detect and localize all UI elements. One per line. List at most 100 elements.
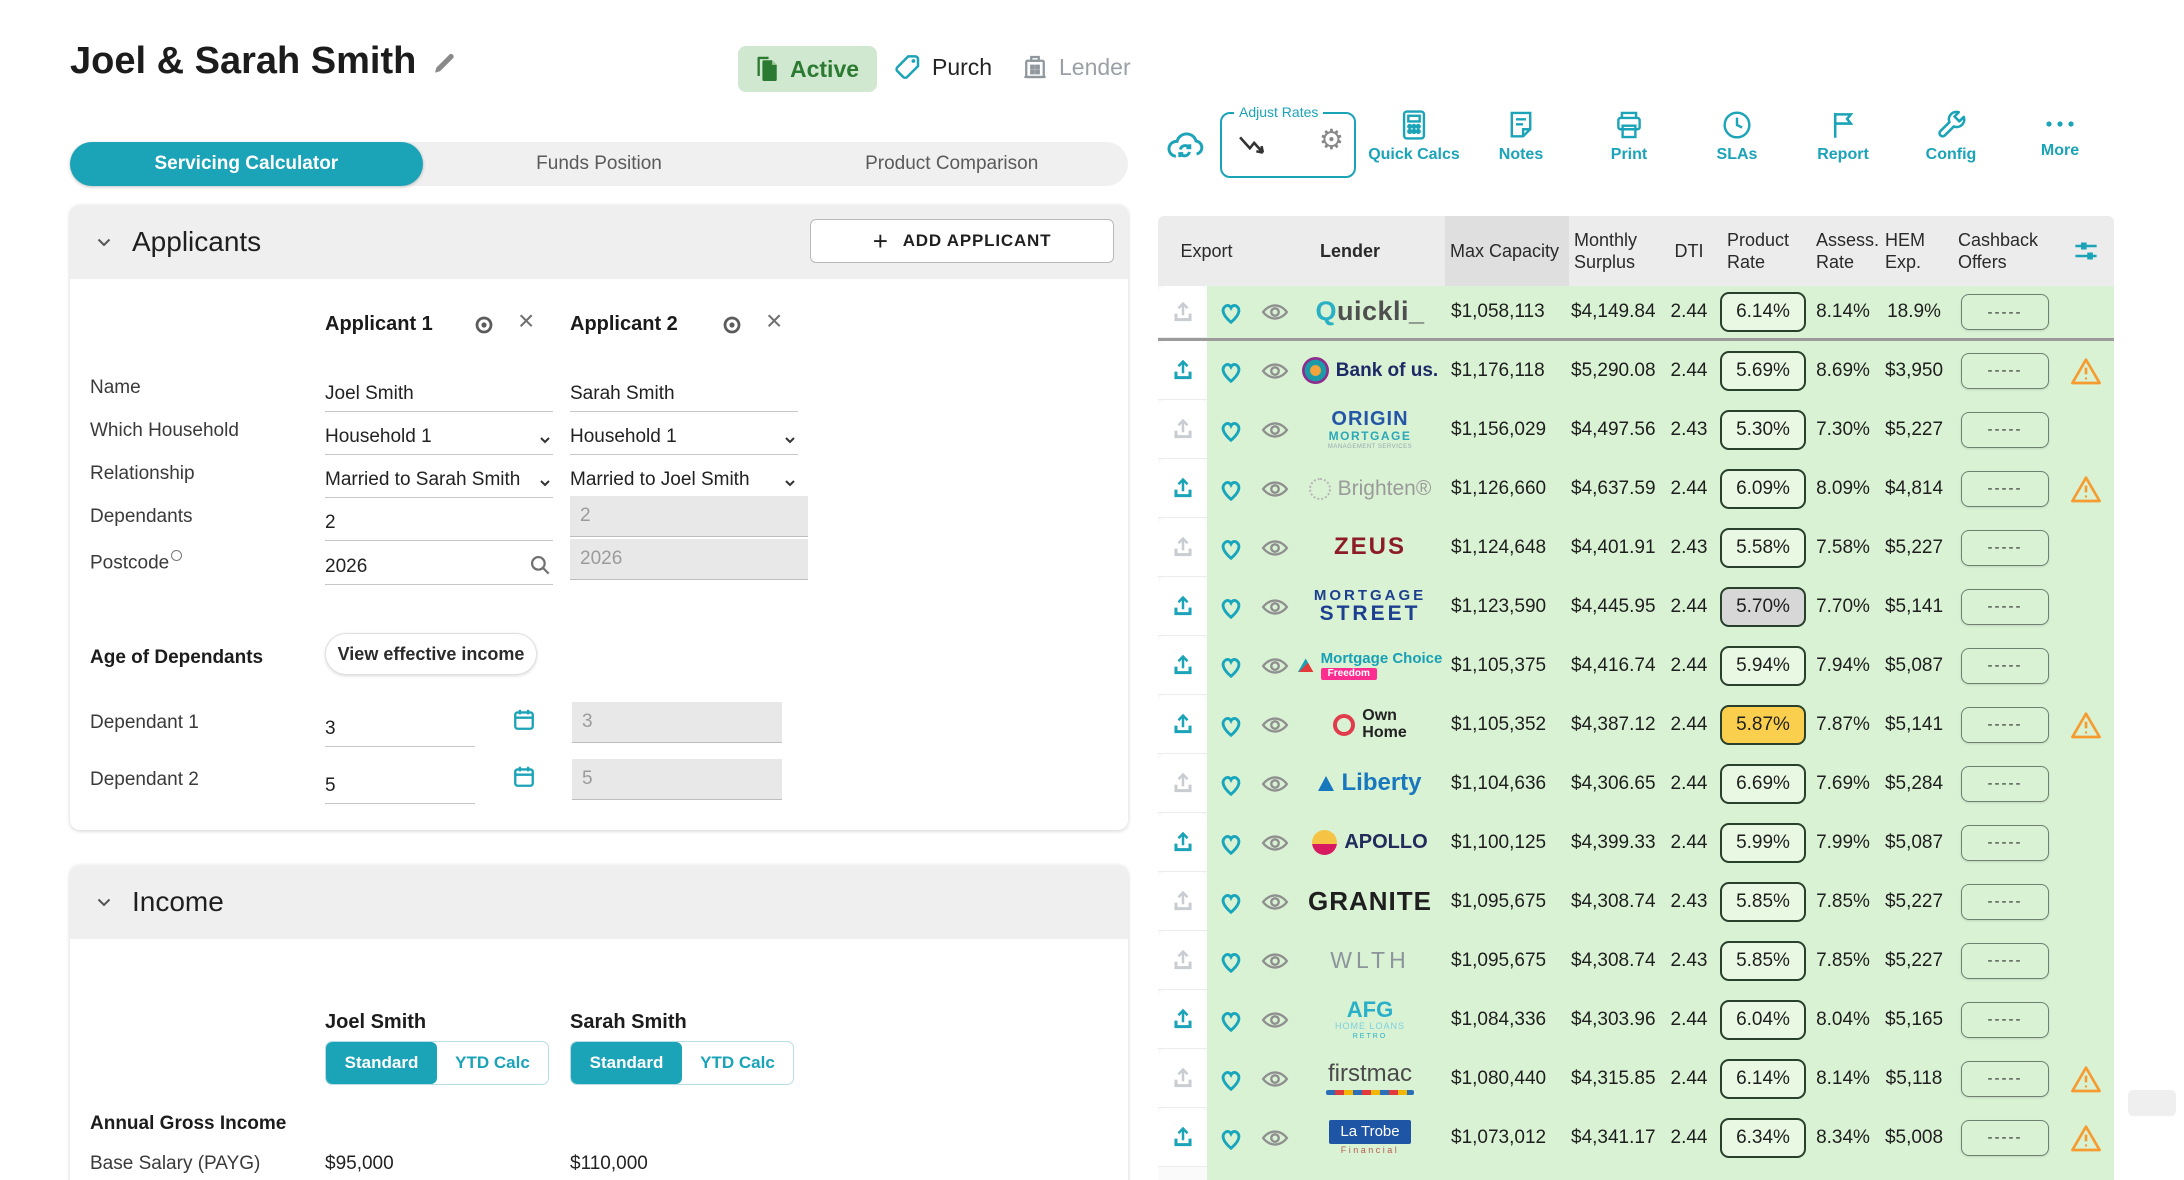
favorite-heart-icon[interactable] [1207, 592, 1255, 622]
favorite-heart-icon[interactable] [1207, 415, 1255, 445]
purchase-tag[interactable]: Purch [893, 52, 992, 82]
applicant1-name-input[interactable] [325, 383, 553, 405]
view-eye-icon[interactable] [1255, 297, 1295, 327]
dependant1-calendar-icon[interactable] [510, 706, 538, 734]
product-rate-value[interactable]: 5.70% [1720, 587, 1806, 627]
favorite-heart-icon[interactable] [1207, 474, 1255, 504]
quick-calcs-button[interactable]: Quick Calcs [1362, 108, 1466, 164]
product-rate-value[interactable]: 6.34% [1720, 1118, 1806, 1158]
toggle-standard[interactable]: Standard [571, 1042, 682, 1084]
view-effective-income-button[interactable]: View effective income [325, 633, 537, 675]
view-eye-icon[interactable] [1255, 1064, 1295, 1094]
notes-button[interactable]: Notes [1469, 108, 1573, 164]
view-eye-icon[interactable] [1255, 710, 1295, 740]
favorite-heart-icon[interactable] [1207, 710, 1255, 740]
cashback-offers-button[interactable]: ----- [1961, 707, 2049, 743]
applicant2-name-input[interactable] [570, 383, 798, 405]
product-rate-value[interactable]: 5.94% [1720, 646, 1806, 686]
tab-product-comparison[interactable]: Product Comparison [775, 142, 1128, 186]
slas-button[interactable]: SLAs [1685, 108, 1789, 164]
report-button[interactable]: Report [1791, 108, 1895, 164]
export-button[interactable] [1158, 286, 1207, 338]
applicant1-postcode-input[interactable] [325, 556, 527, 578]
favorite-heart-icon[interactable] [1207, 769, 1255, 799]
applicant1-relationship-select[interactable]: Married to Sarah Smith [325, 455, 553, 498]
export-button[interactable] [1158, 459, 1207, 518]
config-button[interactable]: Config [1899, 108, 2003, 164]
column-settings-icon[interactable] [2057, 236, 2114, 266]
favorite-heart-icon[interactable] [1207, 946, 1255, 976]
favorite-heart-icon[interactable] [1207, 1064, 1255, 1094]
lender-tag[interactable]: Lender [1020, 52, 1131, 82]
view-eye-icon[interactable] [1255, 946, 1295, 976]
export-button[interactable] [1158, 931, 1207, 990]
cashback-offers-button[interactable]: ----- [1961, 1002, 2049, 1038]
favorite-heart-icon[interactable] [1207, 651, 1255, 681]
view-eye-icon[interactable] [1255, 533, 1295, 563]
toggle-ytd-calc[interactable]: YTD Calc [682, 1042, 793, 1084]
view-eye-icon[interactable] [1255, 769, 1295, 799]
add-applicant-button[interactable]: + ADD APPLICANT [810, 219, 1114, 263]
applicant2-visibility-icon[interactable] [718, 311, 746, 339]
product-rate-value[interactable]: 6.04% [1720, 1000, 1806, 1040]
cashback-offers-button[interactable]: ----- [1961, 825, 2049, 861]
product-rate-value[interactable]: 6.09% [1720, 469, 1806, 509]
product-rate-value[interactable]: 5.99% [1720, 823, 1806, 863]
export-button[interactable] [1158, 754, 1207, 813]
favorite-heart-icon[interactable] [1207, 887, 1255, 917]
rates-settings-gear-icon[interactable]: ⚙ [1319, 126, 1344, 154]
search-icon[interactable] [527, 552, 553, 578]
applicant2-remove-icon[interactable]: × [766, 307, 782, 335]
product-rate-value[interactable]: 5.85% [1720, 941, 1806, 981]
view-eye-icon[interactable] [1255, 592, 1295, 622]
cashback-offers-button[interactable]: ----- [1961, 412, 2049, 448]
cashback-offers-button[interactable]: ----- [1961, 766, 2049, 802]
tab-servicing-calculator[interactable]: Servicing Calculator [70, 142, 423, 186]
header-cashback-offers[interactable]: Cashback Offers [1953, 229, 2057, 274]
export-button[interactable] [1158, 813, 1207, 872]
base-salary-applicant1-value[interactable]: $95,000 [325, 1153, 394, 1175]
cashback-offers-button[interactable]: ----- [1961, 943, 2049, 979]
view-eye-icon[interactable] [1255, 1005, 1295, 1035]
view-eye-icon[interactable] [1255, 887, 1295, 917]
view-eye-icon[interactable] [1255, 828, 1295, 858]
view-eye-icon[interactable] [1255, 474, 1295, 504]
cashback-offers-button[interactable]: ----- [1961, 1061, 2049, 1097]
header-export[interactable]: Export [1158, 240, 1255, 263]
header-hem-exp[interactable]: HEM Exp. [1875, 229, 1953, 274]
toggle-ytd-calc[interactable]: YTD Calc [437, 1042, 548, 1084]
export-button[interactable] [1158, 518, 1207, 577]
cashback-offers-button[interactable]: ----- [1961, 1120, 2049, 1156]
view-eye-icon[interactable] [1255, 651, 1295, 681]
export-button[interactable] [1158, 695, 1207, 754]
cashback-offers-button[interactable]: ----- [1961, 648, 2049, 684]
cloud-sync-icon[interactable] [1164, 126, 1206, 164]
cashback-offers-button[interactable]: ----- [1961, 589, 2049, 625]
product-rate-value[interactable]: 5.69% [1720, 351, 1806, 391]
edit-pencil-icon[interactable] [430, 47, 460, 77]
export-button[interactable] [1158, 577, 1207, 636]
toggle-standard[interactable]: Standard [326, 1042, 437, 1084]
cashback-offers-button[interactable]: ----- [1961, 884, 2049, 920]
dependant2-age-input[interactable] [325, 775, 475, 797]
applicant1-visibility-icon[interactable] [470, 311, 498, 339]
cashback-offers-button[interactable]: ----- [1961, 530, 2049, 566]
product-rate-value[interactable]: 6.69% [1720, 764, 1806, 804]
applicant1-remove-icon[interactable]: × [518, 307, 534, 335]
header-lender[interactable]: Lender [1255, 240, 1445, 263]
product-rate-value[interactable]: 5.30% [1720, 410, 1806, 450]
product-rate-value[interactable]: 6.14% [1720, 1059, 1806, 1099]
export-button[interactable] [1158, 400, 1207, 459]
favorite-heart-icon[interactable] [1207, 1005, 1255, 1035]
cashback-offers-button[interactable]: ----- [1961, 294, 2049, 330]
income-section-header[interactable]: Income [70, 865, 1128, 939]
cashback-offers-button[interactable]: ----- [1961, 353, 2049, 389]
favorite-heart-icon[interactable] [1207, 533, 1255, 563]
applicant1-household-select[interactable]: Household 1 [325, 412, 553, 455]
horizontal-scrollbar-thumb[interactable] [2128, 1090, 2176, 1116]
favorite-heart-icon[interactable] [1207, 297, 1255, 327]
tab-funds-position[interactable]: Funds Position [423, 142, 776, 186]
header-monthly-surplus[interactable]: Monthly Surplus [1569, 229, 1663, 274]
more-button[interactable]: More [2008, 108, 2112, 160]
applicant1-dependants-input[interactable] [325, 512, 553, 534]
